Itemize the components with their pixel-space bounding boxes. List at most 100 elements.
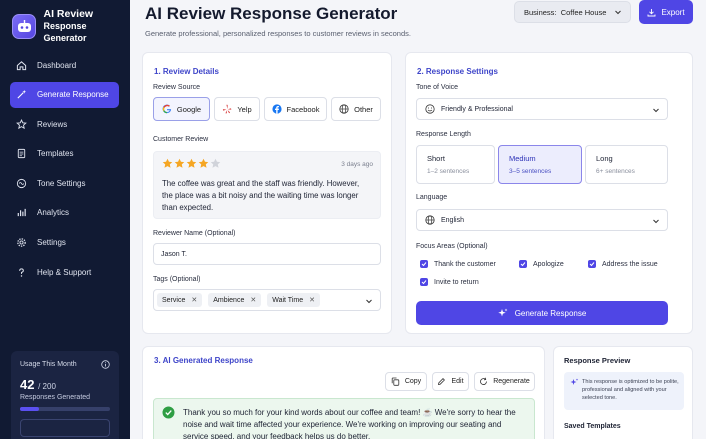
chevron-down-icon[interactable] bbox=[365, 297, 373, 305]
brand-title: AI Review bbox=[43, 8, 94, 20]
copy-icon bbox=[391, 377, 400, 386]
brand-subtitle: Response Generator bbox=[43, 21, 87, 43]
focus-label: Thank the customer bbox=[434, 260, 496, 268]
bar-chart-icon bbox=[17, 209, 26, 217]
review-text: The coffee was great and the staff was f… bbox=[162, 179, 360, 212]
source-yelp-button[interactable]: Yelp bbox=[214, 97, 260, 121]
sidebar-item-label: Dashboard bbox=[37, 60, 77, 70]
length-medium-option[interactable]: Medium 3–5 sentences bbox=[498, 145, 582, 184]
tone-label: Tone of Voice bbox=[416, 84, 459, 91]
robot-logo-icon bbox=[12, 13, 37, 39]
sidebar-item-templates[interactable]: Templates bbox=[10, 141, 119, 167]
source-label: Other bbox=[354, 104, 373, 114]
source-facebook-button[interactable]: Facebook bbox=[264, 97, 327, 121]
source-label: Yelp bbox=[237, 104, 252, 114]
tag-chip[interactable]: Ambience ✕ bbox=[208, 293, 262, 307]
sidebar-item-label: Tone Settings bbox=[37, 178, 86, 188]
preview-note: This response is optimized to be polite,… bbox=[564, 372, 684, 410]
customer-review-label: Customer Review bbox=[153, 136, 209, 143]
page-subtitle: Generate professional, personalized resp… bbox=[145, 29, 411, 38]
usage-label: Responses Generated bbox=[20, 394, 91, 401]
home-icon bbox=[16, 60, 27, 70]
response-settings-card: 2. Response Settings bbox=[405, 52, 693, 334]
focus-address-checkbox[interactable]: Address the issue bbox=[588, 260, 658, 268]
sidebar-item-label: Analytics bbox=[37, 208, 70, 218]
brand[interactable]: AI Review Response Generator bbox=[12, 8, 130, 44]
checkbox-checked-icon bbox=[519, 260, 527, 268]
generate-response-button[interactable]: Generate Response bbox=[416, 301, 668, 325]
close-icon[interactable]: ✕ bbox=[191, 296, 197, 304]
copy-button[interactable]: Copy bbox=[385, 372, 427, 391]
checkbox-checked-icon bbox=[588, 260, 596, 268]
sidebar-item-settings[interactable]: Settings bbox=[10, 230, 119, 256]
language-select[interactable]: English bbox=[416, 209, 668, 231]
customer-review-box[interactable]: 3 days ago The coffee was great and the … bbox=[153, 151, 381, 219]
length-title: Medium bbox=[509, 154, 536, 163]
tone-select[interactable]: Friendly & Professional bbox=[416, 98, 668, 120]
sidebar-item-help-support[interactable]: Help & Support bbox=[10, 259, 119, 285]
yelp-icon bbox=[222, 104, 232, 114]
export-label: Export bbox=[661, 7, 685, 17]
globe-icon bbox=[425, 215, 435, 225]
close-icon[interactable]: ✕ bbox=[309, 296, 315, 304]
focus-apologize-checkbox[interactable]: Apologize bbox=[519, 260, 564, 268]
tag-chip[interactable]: Service ✕ bbox=[157, 293, 203, 307]
usage-total: / 200 bbox=[38, 382, 56, 391]
source-label: Facebook bbox=[286, 104, 320, 114]
reviewer-name-input[interactable]: Jason T. bbox=[153, 243, 381, 265]
magic-wand-icon bbox=[17, 90, 27, 99]
regenerate-button[interactable]: Regenerate bbox=[474, 372, 535, 391]
sparkle-icon bbox=[570, 378, 579, 385]
sidebar: AI Review Response Generator Dashboard G… bbox=[0, 0, 130, 439]
sidebar-item-tone-settings[interactable]: Tone Settings bbox=[10, 170, 119, 196]
edit-button[interactable]: Edit bbox=[432, 372, 469, 391]
tag-chip[interactable]: Wait Time ✕ bbox=[267, 293, 320, 307]
sidebar-item-label: Settings bbox=[37, 238, 66, 248]
usage-progress-fill bbox=[20, 407, 39, 411]
business-select[interactable]: Business: Coffee House bbox=[514, 1, 631, 23]
review-age: 3 days ago bbox=[341, 161, 373, 168]
sidebar-item-reviews[interactable]: Reviews bbox=[10, 111, 119, 137]
pencil-icon bbox=[438, 378, 446, 385]
source-google-button[interactable]: Google bbox=[153, 97, 210, 121]
source-other-button[interactable]: Other bbox=[331, 97, 381, 121]
star-empty-icon bbox=[210, 158, 221, 168]
help-icon bbox=[19, 267, 24, 277]
sidebar-item-generate-response[interactable]: Generate Response bbox=[10, 81, 119, 108]
download-icon bbox=[647, 8, 656, 16]
google-icon bbox=[162, 104, 172, 114]
focus-label: Address the issue bbox=[602, 260, 658, 268]
focus-thank-checkbox[interactable]: Thank the customer bbox=[420, 260, 496, 268]
sidebar-item-label: Generate Response bbox=[37, 90, 109, 100]
export-button[interactable]: Export bbox=[639, 0, 693, 24]
close-icon[interactable]: ✕ bbox=[250, 296, 256, 304]
star-filled-icon bbox=[186, 158, 197, 168]
generated-response-box[interactable]: Thank you so much for your kind words ab… bbox=[153, 398, 535, 439]
tags-input[interactable]: Service ✕ Ambience ✕ Wait Time ✕ bbox=[153, 289, 381, 311]
sidebar-item-analytics[interactable]: Analytics bbox=[10, 200, 119, 226]
length-short-option[interactable]: Short 1–2 sentences bbox=[416, 145, 495, 184]
tag-label: Ambience bbox=[213, 296, 245, 304]
length-sub: 3–5 sentences bbox=[509, 168, 552, 175]
regenerate-label: Regenerate bbox=[493, 378, 530, 385]
star-rating bbox=[162, 158, 222, 169]
review-source-label: Review Source bbox=[153, 84, 201, 91]
upgrade-button[interactable] bbox=[20, 419, 110, 437]
globe-icon bbox=[339, 104, 349, 114]
reviewer-name-label: Reviewer Name (Optional) bbox=[153, 230, 236, 237]
star-filled-icon bbox=[162, 158, 173, 168]
generate-label: Generate Response bbox=[514, 308, 587, 318]
info-icon[interactable] bbox=[101, 360, 110, 369]
edit-label: Edit bbox=[451, 378, 464, 385]
review-details-title: 1. Review Details bbox=[154, 67, 219, 76]
focus-invite-checkbox[interactable]: Invite to return bbox=[420, 278, 479, 286]
sidebar-item-label: Reviews bbox=[37, 119, 68, 129]
reviewer-name-value: Jason T. bbox=[161, 250, 187, 258]
response-preview-title: Response Preview bbox=[564, 356, 631, 365]
facebook-icon bbox=[271, 104, 282, 114]
checkbox-checked-icon bbox=[420, 260, 428, 268]
sidebar-item-dashboard[interactable]: Dashboard bbox=[10, 52, 119, 78]
length-title: Short bbox=[427, 154, 445, 163]
language-label: Language bbox=[416, 194, 448, 201]
length-long-option[interactable]: Long 6+ sentences bbox=[585, 145, 668, 184]
